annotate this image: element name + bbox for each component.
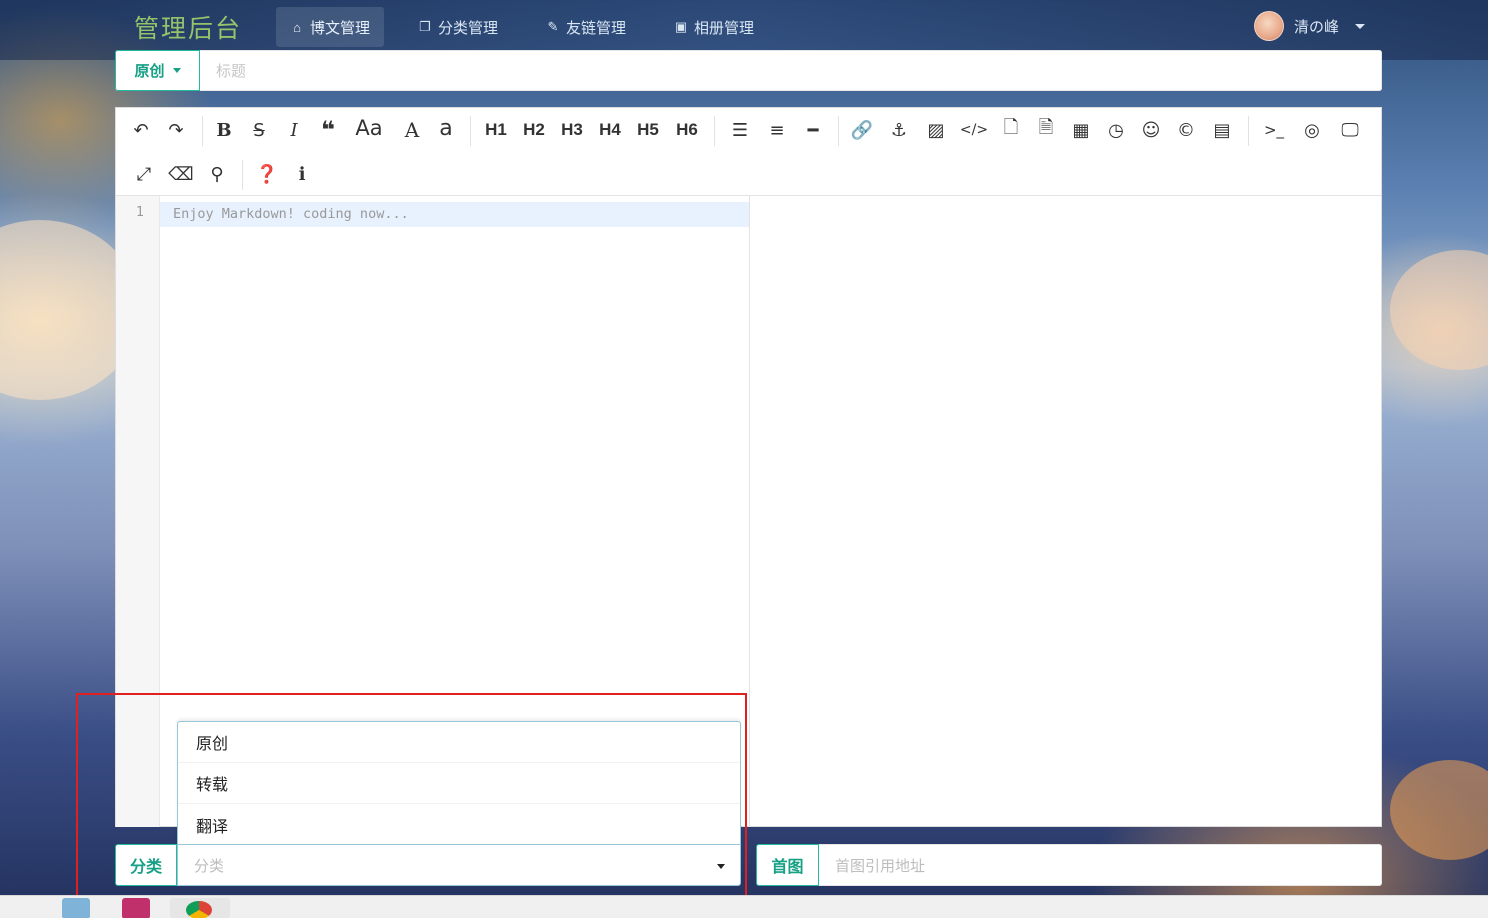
toolbar-divider: [1248, 116, 1249, 146]
horizontal-rule-icon[interactable]: ━: [798, 115, 828, 145]
ordered-list-icon[interactable]: ≡: [762, 115, 792, 145]
link-icon[interactable]: 🔗: [847, 115, 877, 145]
table-icon[interactable]: ▦: [1066, 115, 1096, 145]
heading-6-button[interactable]: H6: [670, 115, 704, 145]
image-icon: ▣: [674, 19, 688, 34]
html-entities-icon[interactable]: ©: [1171, 115, 1201, 145]
avatar: [1254, 11, 1284, 41]
post-type-label: 原创: [134, 62, 165, 80]
background-glow: [1390, 760, 1488, 860]
bold-icon[interactable]: B: [209, 115, 239, 145]
nav-item-label: 博文管理: [310, 19, 371, 37]
heading-5-button[interactable]: H5: [631, 115, 665, 145]
datetime-icon[interactable]: ◷: [1101, 115, 1131, 145]
category-placeholder: 分类: [194, 856, 225, 875]
fullscreen-icon[interactable]: ⤢: [129, 159, 159, 189]
nav-item-label: 友链管理: [566, 19, 627, 37]
toolbar-divider: [838, 116, 839, 146]
background-cloud: [1390, 250, 1488, 370]
home-icon: ⌂: [293, 19, 301, 35]
pencil-icon: ✎: [547, 19, 559, 34]
emoji-icon[interactable]: ☺: [1136, 115, 1166, 145]
copy-icon: ❐: [419, 19, 431, 34]
line-number: 1: [136, 205, 144, 220]
toolbar-divider: [242, 160, 243, 190]
anchor-icon[interactable]: ⚓: [884, 115, 914, 145]
nav-item-label: 相册管理: [694, 19, 755, 37]
heading-2-button[interactable]: H2: [517, 115, 551, 145]
nav-item-label: 分类管理: [438, 19, 499, 37]
terminal-icon[interactable]: >_: [1259, 115, 1289, 145]
app-logo[interactable]: 管理后台: [134, 9, 242, 45]
first-image-placeholder: 首图引用地址: [835, 856, 926, 875]
preformatted-code-icon[interactable]: 🗋: [996, 115, 1026, 145]
caret-down-icon: [172, 68, 181, 73]
markdown-editor: ↶ ↷ B S I ❝ Aa A a H1 H2 H3 H4 H5 H6 ☰ ≡…: [115, 107, 1382, 827]
category-select[interactable]: 分类: [177, 844, 741, 886]
code-block-icon[interactable]: 🗎: [1031, 115, 1061, 145]
dropdown-option-repost[interactable]: 转载: [178, 763, 740, 804]
watch-toggle-icon[interactable]: ◎: [1297, 115, 1327, 145]
caret-down-icon: [1355, 23, 1366, 29]
heading-1-button[interactable]: H1: [479, 115, 513, 145]
taskbar-app-icon[interactable]: [62, 898, 90, 918]
post-type-dropdown[interactable]: 原创: [115, 50, 200, 91]
quote-icon[interactable]: ❝: [313, 115, 343, 145]
eraser-icon[interactable]: ⌫: [166, 159, 196, 189]
preview-icon[interactable]: 🖵: [1335, 115, 1365, 145]
nav-item-categories[interactable]: ❐ 分类管理: [404, 7, 512, 47]
title-input[interactable]: 标题: [200, 50, 1382, 91]
pagebreak-icon[interactable]: ▤: [1207, 115, 1237, 145]
caret-down-icon: [717, 864, 725, 869]
category-dropdown-menu: 原创 转载 翻译: [177, 721, 741, 844]
toolbar-divider: [202, 116, 203, 146]
unordered-list-icon[interactable]: ☰: [725, 115, 755, 145]
toolbar-divider: [470, 116, 471, 146]
pane-divider: [749, 196, 750, 827]
title-placeholder: 标题: [216, 63, 247, 80]
taskbar-app-icon[interactable]: [122, 898, 150, 918]
uppercase-first-icon[interactable]: Aa: [354, 113, 384, 143]
help-icon[interactable]: ❓: [252, 159, 282, 189]
nav-item-albums[interactable]: ▣ 相册管理: [660, 7, 768, 47]
os-taskbar: [0, 895, 1488, 918]
nav-item-links[interactable]: ✎ 友链管理: [532, 7, 640, 47]
user-name: 清の峰: [1294, 18, 1340, 36]
redo-icon[interactable]: ↷: [161, 115, 191, 145]
editor-placeholder[interactable]: Enjoy Markdown! coding now...: [173, 206, 409, 222]
category-label: 分类: [115, 844, 177, 886]
chrome-icon[interactable]: [170, 898, 230, 918]
dropdown-option-translation[interactable]: 翻译: [178, 804, 740, 845]
uppercase-icon[interactable]: A: [397, 115, 427, 145]
search-icon[interactable]: ⚲: [202, 159, 232, 189]
user-menu[interactable]: 清の峰: [1254, 10, 1366, 42]
dropdown-option-original[interactable]: 原创: [178, 722, 740, 763]
nav-item-posts[interactable]: ⌂ 博文管理: [276, 7, 385, 47]
image-icon[interactable]: ▨: [921, 115, 951, 145]
info-icon[interactable]: ℹ: [287, 159, 317, 189]
lowercase-icon[interactable]: a: [431, 113, 461, 143]
line-number-gutter: [116, 196, 160, 827]
heading-4-button[interactable]: H4: [593, 115, 627, 145]
title-row: 原创 标题: [115, 50, 1382, 91]
editor-toolbar: ↶ ↷ B S I ❝ Aa A a H1 H2 H3 H4 H5 H6 ☰ ≡…: [116, 108, 1381, 196]
code-inline-icon[interactable]: </>: [959, 115, 989, 145]
undo-icon[interactable]: ↶: [126, 115, 156, 145]
italic-icon[interactable]: I: [279, 115, 309, 145]
tray-icons[interactable]: [1350, 898, 1480, 918]
first-image-input[interactable]: 首图引用地址: [819, 844, 1382, 886]
strikethrough-icon[interactable]: S: [244, 115, 274, 145]
heading-3-button[interactable]: H3: [555, 115, 589, 145]
toolbar-divider: [714, 116, 715, 146]
first-image-label: 首图: [756, 844, 819, 886]
